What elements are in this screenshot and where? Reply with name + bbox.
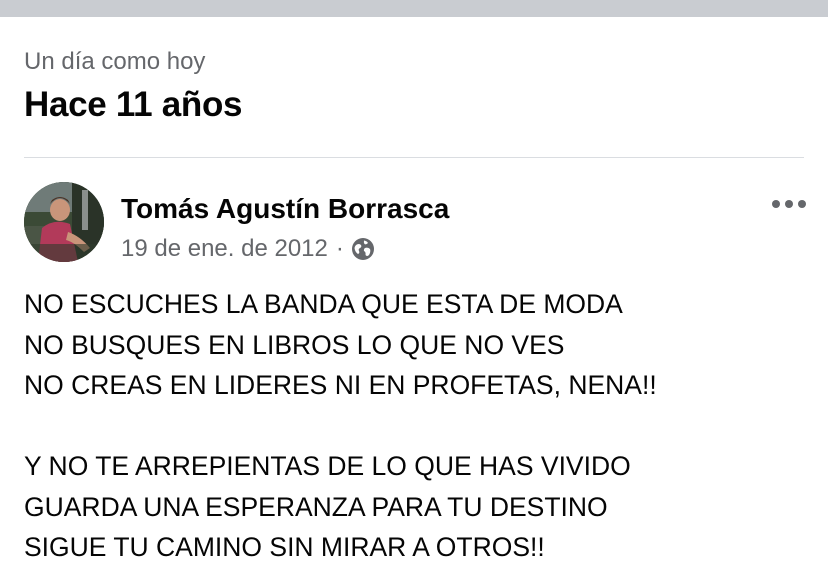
post-text: NO ESCUCHES LA BANDA QUE ESTA DE MODA NO… [24, 284, 814, 568]
author-name[interactable]: Tomás Agustín Borrasca [121, 192, 449, 226]
memory-title: Hace 11 años [24, 85, 243, 124]
globe-icon[interactable] [351, 237, 375, 261]
post-line: SIGUE TU CAMINO SIN MIRAR A OTROS!! [24, 532, 545, 562]
post-card: Tomás Agustín Borrasca 19 de ene. de 201… [0, 158, 828, 588]
more-options-button[interactable] [767, 192, 811, 216]
more-dots-icon [772, 200, 806, 208]
post-line: NO ESCUCHES LA BANDA QUE ESTA DE MODA [24, 289, 623, 319]
post-date[interactable]: 19 de ene. de 2012 [121, 234, 328, 264]
post-line: NO BUSQUES EN LIBROS LO QUE NO VES [24, 329, 565, 360]
avatar[interactable] [24, 182, 104, 262]
post-line: Y NO TE ARREPIENTAS DE LO QUE HAS VIVIDO [24, 451, 631, 481]
post-meta: 19 de ene. de 2012 · [121, 234, 375, 264]
memory-subtitle: Un día como hoy [24, 48, 206, 75]
top-separator-bar [0, 0, 828, 17]
post-line: GUARDA UNA ESPERANZA PARA TU DESTINO [24, 491, 608, 522]
post-line: NO CREAS EN LIDERES NI EN PROFETAS, NENA… [24, 370, 657, 400]
avatar-photo [24, 182, 104, 262]
meta-separator: · [335, 235, 344, 262]
memory-header: Un día como hoy Hace 11 años [24, 47, 804, 126]
